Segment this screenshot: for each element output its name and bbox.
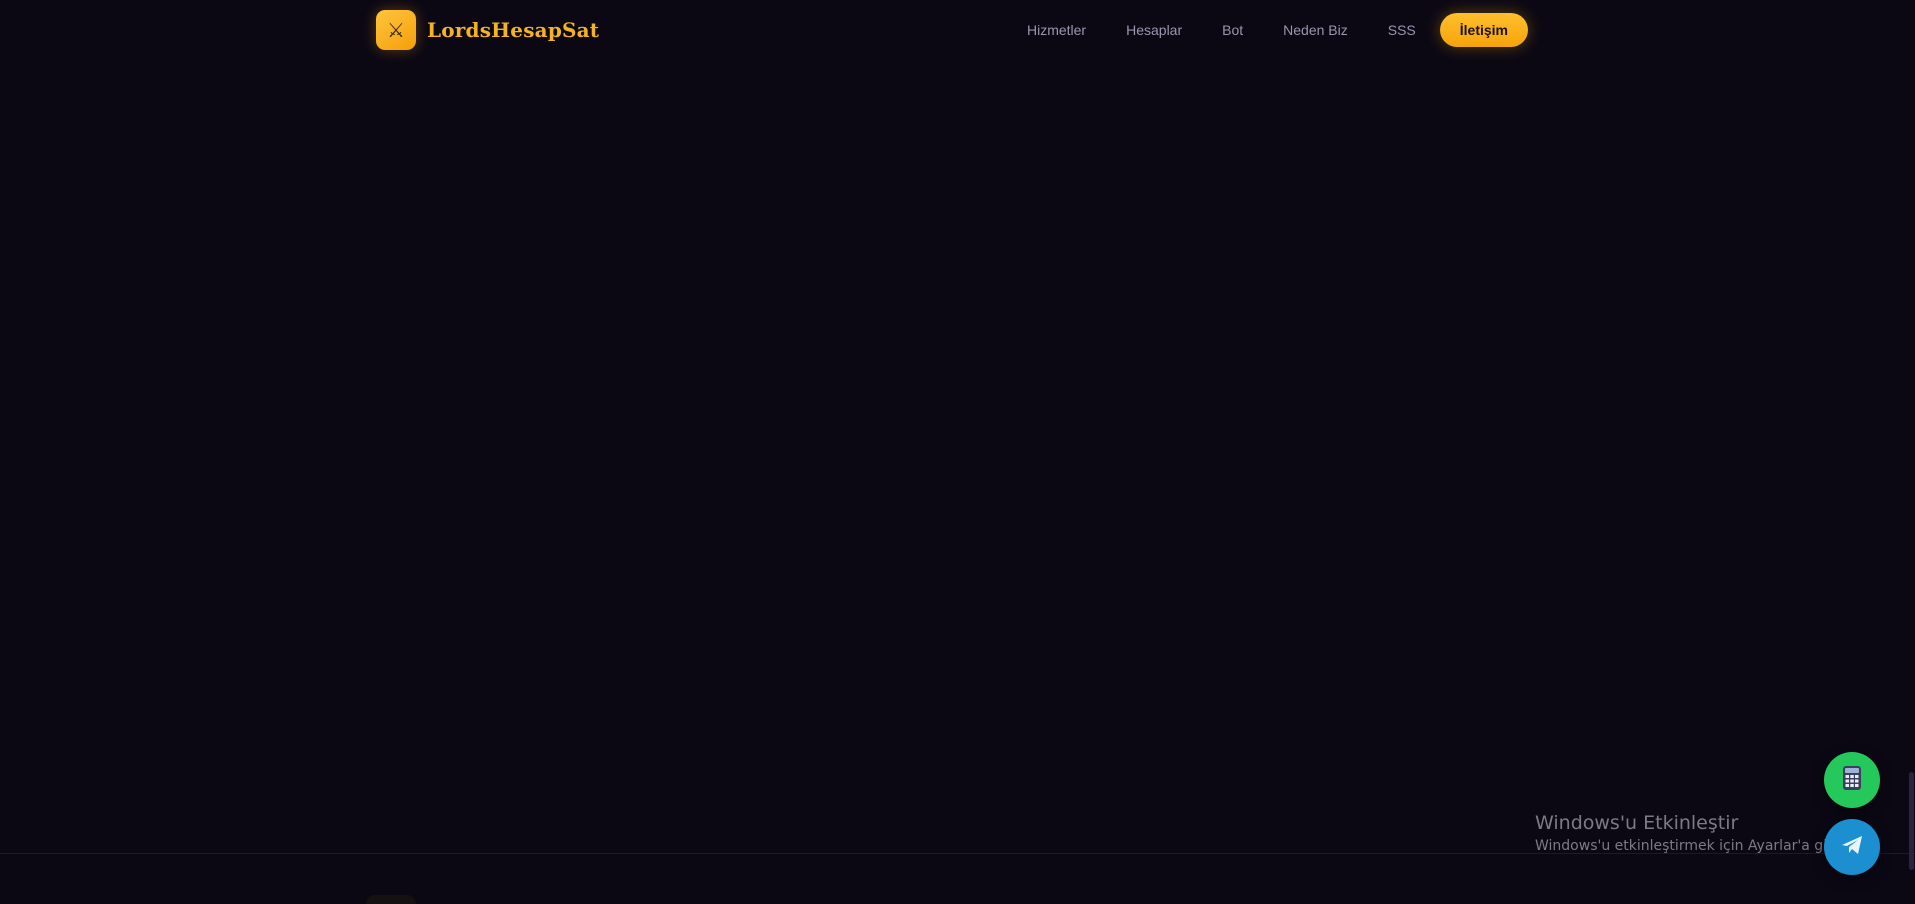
footer-logo-partial <box>366 895 416 904</box>
nav-link-sss[interactable]: SSS <box>1388 13 1416 47</box>
nav-link-neden-biz[interactable]: Neden Biz <box>1283 13 1348 47</box>
phone-contact-button[interactable] <box>1824 752 1880 808</box>
watermark-title: Windows'u Etkinleştir <box>1535 812 1739 834</box>
watermark-subtitle: Windows'u etkinleştirmek için Ayarlar'a … <box>1535 838 1854 854</box>
crossed-swords-icon: ⚔ <box>376 10 416 50</box>
brand-name: LordsHesapSat <box>427 18 600 42</box>
telegram-contact-button[interactable] <box>1824 819 1880 875</box>
landing-page: ⚔ LordsHesapSat Hizmetler Hesaplar Bot N… <box>0 0 1915 904</box>
nav-link-hizmetler[interactable]: Hizmetler <box>1027 13 1086 47</box>
site-header: ⚔ LordsHesapSat Hizmetler Hesaplar Bot N… <box>0 0 1915 60</box>
scrollbar-thumb[interactable] <box>1909 772 1914 870</box>
brand-logo[interactable]: ⚔ LordsHesapSat <box>376 10 599 50</box>
telegram-icon <box>1839 832 1865 862</box>
nav-link-hesaplar[interactable]: Hesaplar <box>1126 13 1182 47</box>
main-nav: Hizmetler Hesaplar Bot Neden Biz SSS İle… <box>1027 13 1528 47</box>
windows-activation-watermark: Windows'u Etkinleştir Windows'u etkinleş… <box>1535 812 1853 855</box>
phone-icon <box>1841 765 1863 795</box>
contact-button[interactable]: İletişim <box>1439 13 1528 47</box>
nav-link-bot[interactable]: Bot <box>1222 13 1243 47</box>
